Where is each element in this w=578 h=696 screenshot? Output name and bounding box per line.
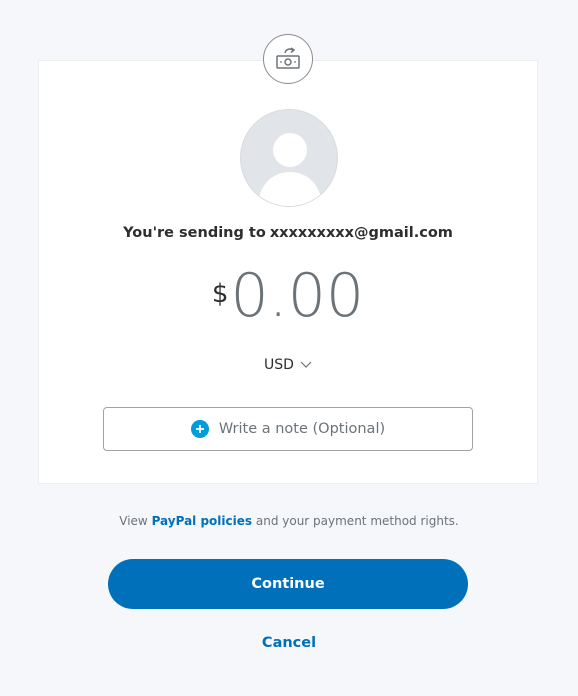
- policy-suffix: and your payment method rights.: [255, 514, 459, 528]
- policy-prefix: View: [119, 514, 148, 528]
- cancel-link[interactable]: Cancel: [0, 635, 578, 651]
- default-avatar-icon: [240, 109, 338, 207]
- plus-circle-icon: [190, 420, 209, 438]
- currency-code: USD: [264, 357, 294, 373]
- recipient-prefix: You're sending to: [123, 225, 266, 241]
- currency-symbol: $: [211, 279, 229, 309]
- send-money-icon: [263, 34, 313, 84]
- write-note-button[interactable]: Write a note (Optional): [103, 407, 473, 451]
- send-money-page: You're sending to xxxxxxxxx@gmail.com $ 0…: [0, 0, 578, 696]
- currency-selector[interactable]: USD: [39, 357, 537, 373]
- continue-button[interactable]: Continue: [108, 559, 468, 609]
- paypal-policies-link[interactable]: PayPal policies: [152, 514, 252, 528]
- recipient-email: xxxxxxxxx@gmail.com: [269, 225, 453, 241]
- amount-value[interactable]: 0.00: [230, 261, 364, 331]
- chevron-down-icon: [300, 361, 312, 369]
- policy-text: View PayPal policies and your payment me…: [0, 514, 578, 528]
- payment-card: You're sending to xxxxxxxxx@gmail.com $ 0…: [38, 60, 538, 484]
- recipient-line: You're sending to xxxxxxxxx@gmail.com: [39, 225, 537, 241]
- amount-input[interactable]: $ 0.00: [39, 261, 537, 331]
- write-note-label: Write a note (Optional): [218, 421, 386, 437]
